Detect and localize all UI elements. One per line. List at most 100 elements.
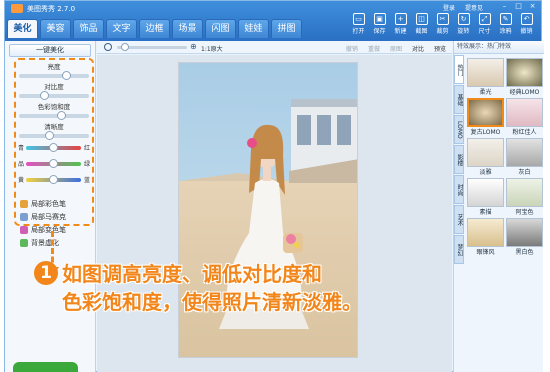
saturation-label: 色彩饱和度 xyxy=(37,103,71,111)
effect-gray[interactable]: 灰白 xyxy=(506,138,543,176)
effect-thumb xyxy=(506,98,543,127)
blue-label: 蓝 xyxy=(83,177,90,184)
color-brush-icon xyxy=(20,200,28,208)
local-recolor-brush[interactable]: 局部变色笔 xyxy=(20,225,66,235)
brightness-slider-knob[interactable] xyxy=(61,71,71,80)
yellow-blue-knob[interactable] xyxy=(49,175,58,184)
effect-thumb xyxy=(506,178,543,207)
app-logo-icon xyxy=(11,4,23,13)
contrast-control: 对比度 xyxy=(19,81,89,100)
doodle-button[interactable]: ✎ 涂鸦 xyxy=(495,2,516,36)
effect-elegant[interactable]: 淡雅 xyxy=(467,138,504,176)
effect-soft-light[interactable]: 柔光 xyxy=(467,58,504,96)
saturation-slider-knob[interactable] xyxy=(56,111,66,120)
local-mosaic-brush[interactable]: 局部马赛克 xyxy=(20,212,66,222)
effect-black-white[interactable]: 黑白色 xyxy=(506,218,543,256)
tab-scene[interactable]: 场景 xyxy=(172,19,203,38)
zoom-slider-knob[interactable] xyxy=(121,43,129,51)
zoom-in-icon[interactable]: ⊕ xyxy=(190,42,197,51)
tab-basic[interactable]: 基础 xyxy=(454,85,464,114)
doodle-label: 涂鸦 xyxy=(499,28,512,35)
sharpness-label: 清晰度 xyxy=(44,123,64,131)
tab-text[interactable]: 文字 xyxy=(106,19,137,38)
zoom-original-size-button[interactable]: 1:1原大 xyxy=(201,44,223,53)
tab-studio[interactable]: 影楼 xyxy=(454,145,464,174)
effect-category-tabs: 热门 基础 LOMO 影楼 时尚 艺术 梦幻 xyxy=(454,55,464,265)
open-label: 打开 xyxy=(352,28,365,35)
open-button[interactable]: ▭ 打开 xyxy=(348,2,369,36)
sharpness-slider-knob[interactable] xyxy=(44,131,54,140)
sharpness-slider[interactable] xyxy=(19,131,89,140)
tab-art[interactable]: 艺术 xyxy=(454,205,464,234)
effect-pink-lady[interactable]: 粉红佳人 xyxy=(506,98,543,136)
bottom-green-button[interactable] xyxy=(13,362,78,372)
undo-toolbar-button[interactable]: ↶ 撤销 xyxy=(516,2,537,36)
preview-button[interactable]: 预览 xyxy=(434,44,446,53)
crop-icon: ✂ xyxy=(436,13,449,25)
effect-label: 黑白色 xyxy=(515,249,534,256)
tab-dream[interactable]: 梦幻 xyxy=(454,235,464,264)
resize-button[interactable]: ⤢ 尺寸 xyxy=(474,2,495,36)
yellow-label: 黄 xyxy=(18,177,25,184)
yellow-blue-slider[interactable]: 黄 蓝 xyxy=(18,175,90,185)
effect-thumb xyxy=(506,58,543,87)
undo-icon: ↶ xyxy=(520,13,533,25)
save-button[interactable]: ▣ 保存 xyxy=(369,2,390,36)
resize-label: 尺寸 xyxy=(478,28,491,35)
tab-doll[interactable]: 娃娃 xyxy=(238,19,269,38)
magenta-green-slider[interactable]: 品 绿 xyxy=(18,159,90,169)
one-key-beautify-button[interactable]: 一键美化 xyxy=(9,44,91,57)
effects-header: 特效展示：热门特效 xyxy=(454,41,544,54)
tab-flash[interactable]: 闪图 xyxy=(205,19,236,38)
tab-accessories[interactable]: 饰品 xyxy=(73,19,104,38)
new-button[interactable]: + 新建 xyxy=(390,2,411,36)
save-label: 保存 xyxy=(373,28,386,35)
effect-classic-lomo[interactable]: 经典LOMO xyxy=(506,58,543,96)
contrast-slider[interactable] xyxy=(19,91,89,100)
red-label: 红 xyxy=(83,145,90,152)
effect-thumb xyxy=(467,58,504,87)
tab-hot[interactable]: 热门 xyxy=(454,55,464,84)
original-button[interactable]: 原图 xyxy=(390,44,402,53)
rotate-button[interactable]: ↻ 旋转 xyxy=(453,2,474,36)
tab-frame[interactable]: 边框 xyxy=(139,19,170,38)
effect-thumb xyxy=(467,218,504,247)
recolor-brush-icon xyxy=(20,226,28,234)
rotate-icon: ↻ xyxy=(457,13,470,25)
undo-label: 撤销 xyxy=(520,28,533,35)
local-recolor-label: 局部变色笔 xyxy=(31,226,66,234)
folder-icon: ▭ xyxy=(352,13,365,25)
undo-button[interactable]: 撤销 xyxy=(346,44,358,53)
doodle-icon: ✎ xyxy=(499,13,512,25)
compare-button[interactable]: 对比 xyxy=(412,44,424,53)
effect-sketch[interactable]: 素描 xyxy=(467,178,504,216)
new-icon: + xyxy=(394,13,407,25)
tab-beauty[interactable]: 美容 xyxy=(40,19,71,38)
tab-fashion[interactable]: 时尚 xyxy=(454,175,464,204)
local-mosaic-label: 局部马赛克 xyxy=(31,213,66,221)
magenta-green-knob[interactable] xyxy=(49,159,58,168)
effect-abao-color[interactable]: 阿宝色 xyxy=(506,178,543,216)
main-toolbar: ▭ 打开 ▣ 保存 + 新建 ◫ 截图 ✂ 裁剪 ↻ 旋转 ⤢ 尺寸 ✎ 涂鸦 ↶ 撤销 xyxy=(348,2,537,36)
save-icon: ▣ xyxy=(373,13,386,25)
screenshot-button[interactable]: ◫ 截图 xyxy=(411,2,432,36)
tab-lomo[interactable]: LOMO xyxy=(454,115,464,144)
effect-retro-lomo[interactable]: 复古LOMO xyxy=(467,98,504,136)
redo-button[interactable]: 重做 xyxy=(368,44,380,53)
background-blur-label: 背景虚化 xyxy=(31,239,59,247)
saturation-slider[interactable] xyxy=(19,111,89,120)
effect-eye-style[interactable]: 眼锋风 xyxy=(467,218,504,256)
brightness-slider[interactable] xyxy=(19,71,89,80)
zoom-out-icon[interactable] xyxy=(104,43,112,51)
local-color-brush[interactable]: 局部彩色笔 xyxy=(20,199,66,209)
effect-label: 经典LOMO xyxy=(509,89,540,96)
tab-beautify[interactable]: 美化 xyxy=(7,19,38,38)
effect-thumb xyxy=(467,178,504,207)
sharpness-control: 清晰度 xyxy=(19,121,89,140)
crop-button[interactable]: ✂ 裁剪 xyxy=(432,2,453,36)
zoom-slider[interactable] xyxy=(117,43,187,51)
rotate-label: 旋转 xyxy=(457,28,470,35)
tab-collage[interactable]: 拼图 xyxy=(271,19,302,38)
cyan-red-knob[interactable] xyxy=(49,143,58,152)
cyan-red-slider[interactable]: 青 红 xyxy=(18,143,90,153)
